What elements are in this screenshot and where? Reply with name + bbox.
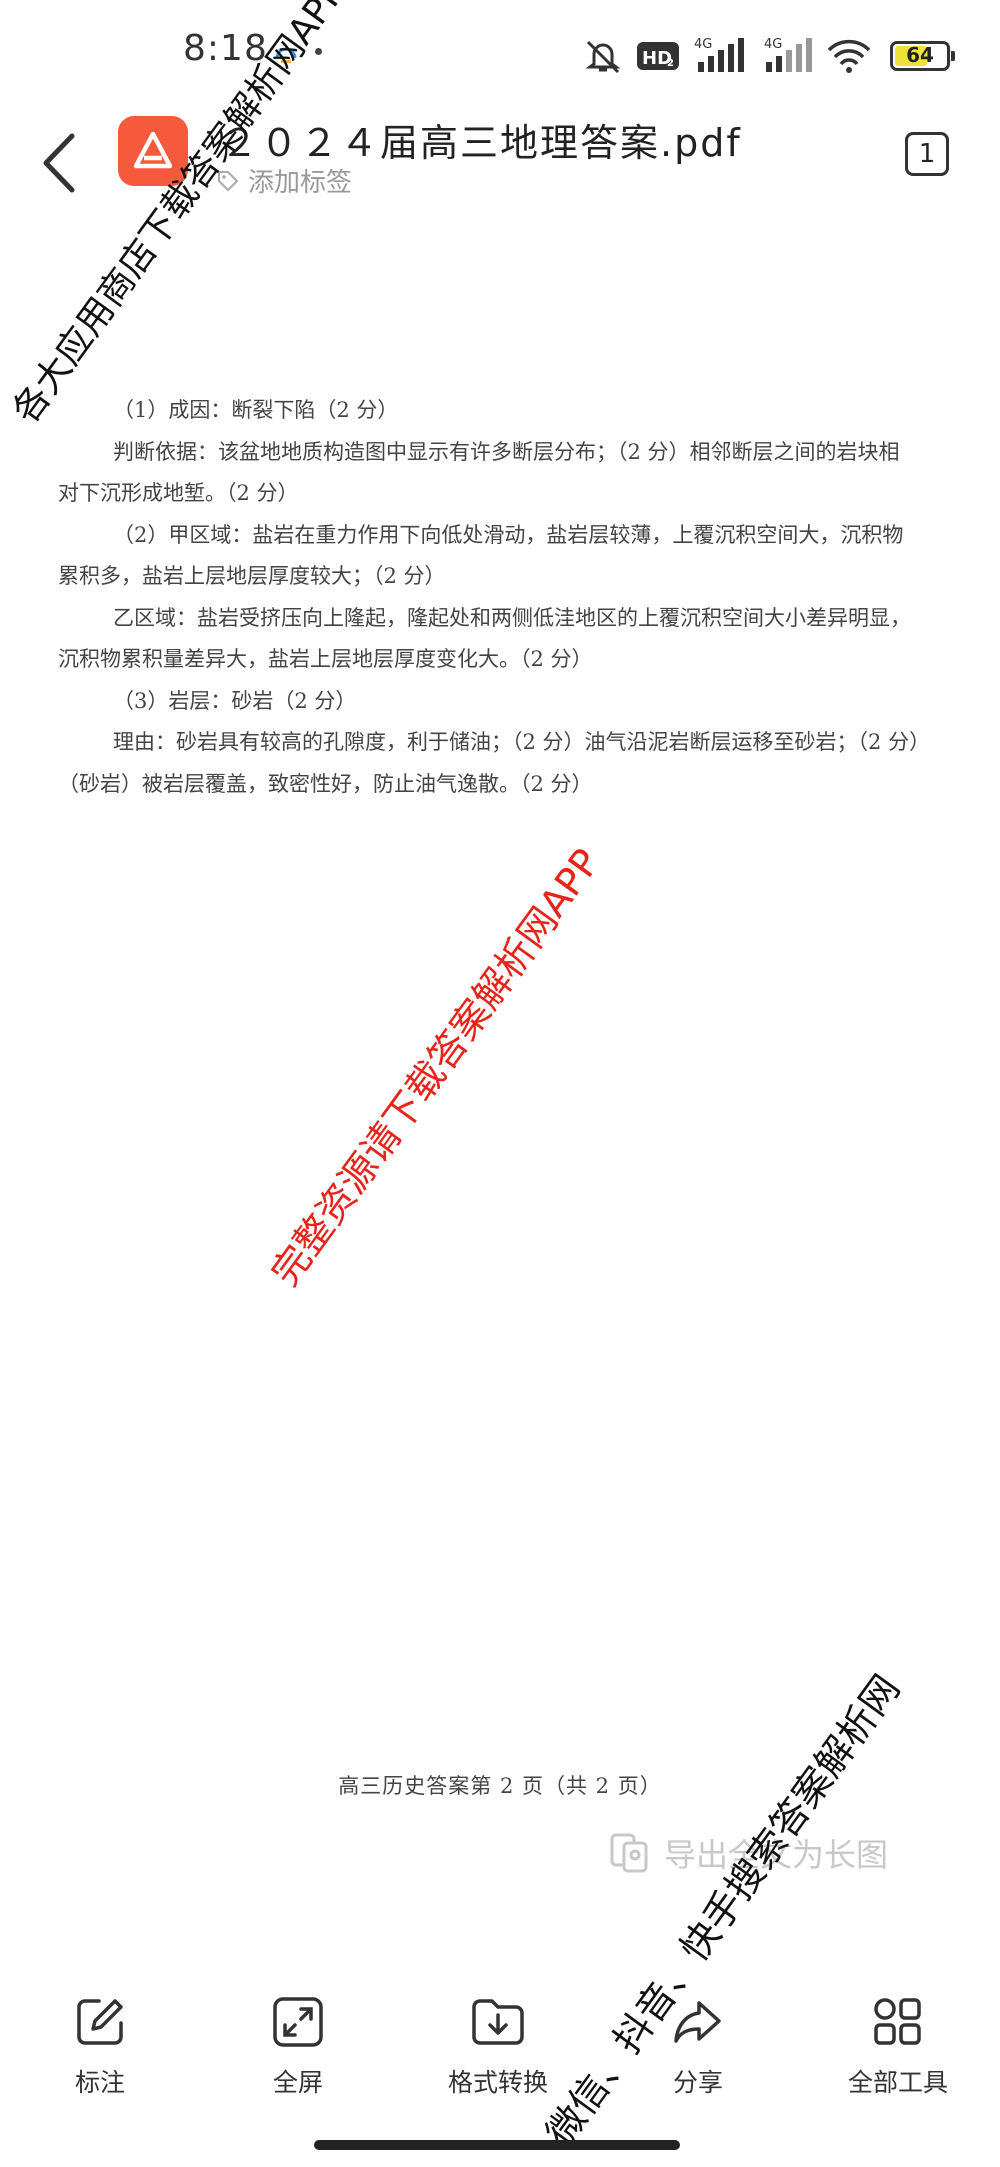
add-tag-label: 添加标签: [248, 168, 353, 198]
hd-sub-text: 2: [667, 58, 674, 69]
document-line: （1）成因：断裂下陷（2 分）: [113, 398, 399, 422]
edit-icon: [77, 1999, 123, 2045]
annotate-label: 标注: [74, 2068, 125, 2097]
signal-icon-2: 4G: [764, 37, 812, 72]
document-line: （砂岩）被岩层覆盖，致密性好，防止油气逸散。（2 分）: [58, 771, 593, 796]
fullscreen-label: 全屏: [272, 2068, 323, 2097]
network-1-text: 4G: [694, 37, 712, 52]
network-2-text: 4G: [764, 37, 782, 52]
document-line: 判断依据：该盆地地质构造图中显示有许多断层分布；（2 分）相邻断层之间的岩块相: [113, 439, 900, 464]
all-tools-button[interactable]: 全部工具: [828, 1995, 968, 2099]
document-line: 沉积物累积量差异大，盐岩上层地层厚度变化大。（2 分）: [58, 647, 593, 671]
document-line: 理由：砂岩具有较高的孔隙度，利于储油；（2 分）油气沿泥岩断层运移至砂岩；（2 …: [113, 730, 931, 754]
back-button[interactable]: [32, 128, 92, 198]
fullscreen-button[interactable]: 全屏: [228, 1995, 368, 2099]
share-button[interactable]: 分享: [628, 1995, 768, 2099]
hd-icon: HD 2: [637, 42, 679, 70]
document-line: 对下沉形成地堑。（2 分）: [58, 481, 299, 505]
document-line: 乙区域：盐岩受挤压向上隆起，隆起处和两侧低洼地区的上覆沉积空间大小差异明显，: [113, 605, 911, 630]
long-image-icon: [610, 1833, 648, 1873]
status-icons: HD 2 4G 4G 64: [582, 36, 955, 76]
grid-icon: [874, 1998, 921, 2045]
file-title: ２０２４届高三地理答案.pdf: [220, 121, 742, 165]
folder-download-icon: [472, 1999, 524, 2045]
signal-icon: 4G: [694, 37, 744, 72]
status-bar: 8:18 HD 2 4G 4G 64: [0, 0, 1000, 110]
bottom-toolbar: 标注 全屏 格式转换 分享 全部工具: [0, 1975, 1000, 2115]
wifi-icon: [827, 39, 871, 73]
all-tools-label: 全部工具: [847, 2068, 948, 2097]
mute-icon: [585, 40, 621, 74]
add-tag-button[interactable]: 添加标签: [216, 162, 352, 199]
share-icon: [674, 2001, 721, 2043]
document-line: （2）甲区域：盐岩在重力作用下向低处滑动，盐岩层较薄，上覆沉积空间大，沉积物: [113, 522, 904, 547]
annotate-button[interactable]: 标注: [30, 1995, 170, 2099]
share-label: 分享: [672, 2068, 723, 2097]
battery-nub: [951, 51, 955, 61]
pdf-page-content: （1）成因：断裂下陷（2 分） 判断依据：该盆地地质构造图中显示有许多断层分布；（…: [58, 390, 988, 805]
home-indicator[interactable]: [314, 2140, 680, 2150]
battery-level-text: 64: [906, 43, 934, 67]
document-line: 累积多，盐岩上层地层厚度较大；（2 分）: [58, 564, 446, 588]
watermark-center: 完整资源请下载答案解析网APP: [262, 840, 609, 1294]
format-convert-button[interactable]: 格式转换: [428, 1995, 568, 2099]
chevron-left-icon: [43, 133, 75, 193]
format-convert-label: 格式转换: [447, 2068, 548, 2097]
page-count-button[interactable]: 1: [905, 132, 949, 176]
fullscreen-icon: [273, 1997, 323, 2047]
battery-icon: 64: [890, 41, 955, 71]
document-line: （3）岩层：砂岩（2 分）: [113, 688, 357, 713]
